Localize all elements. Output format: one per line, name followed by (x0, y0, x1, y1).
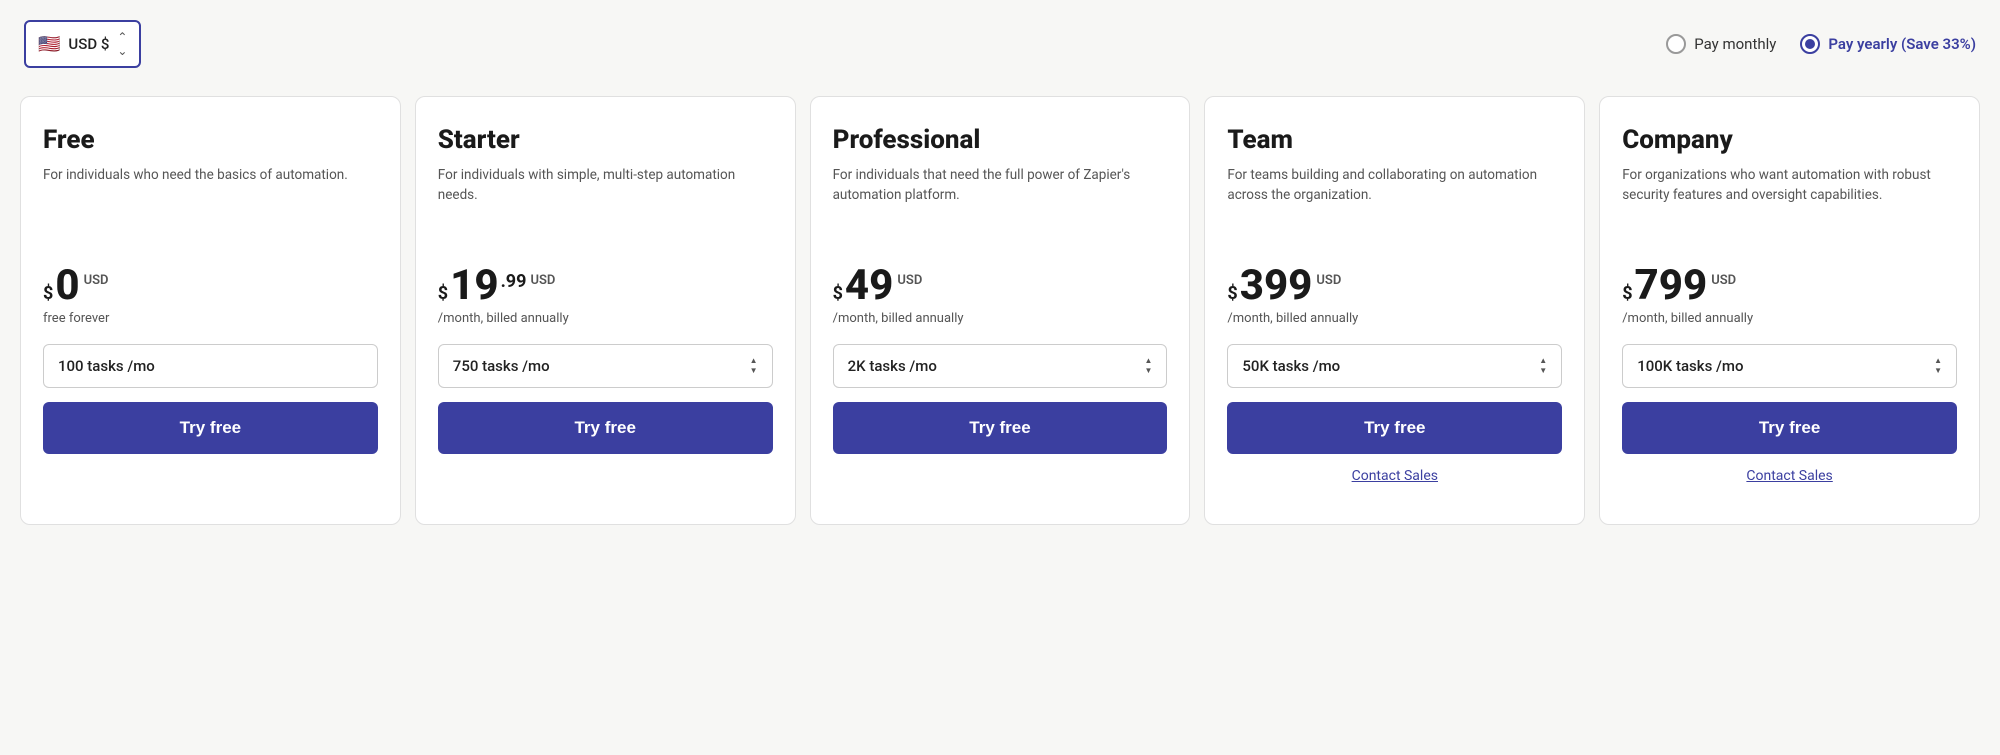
price-main-company: 799 (1635, 265, 1708, 307)
plan-price-row-starter: $ 19.99 USD (438, 265, 773, 307)
spacer-professional (833, 464, 1168, 500)
price-period-free: free forever (43, 311, 378, 326)
plan-description-starter: For individuals with simple, multi-step … (438, 165, 773, 245)
plan-description-free: For individuals who need the basics of a… (43, 165, 378, 245)
price-dollar-professional: $ (833, 283, 843, 304)
tasks-selector-free[interactable]: 100 tasks /mo (43, 344, 378, 388)
plan-description-company: For organizations who want automation wi… (1622, 165, 1957, 245)
price-main-starter: 19 (450, 265, 498, 307)
price-usd-starter: USD (530, 273, 555, 288)
chevron-icon: ⌃⌄ (117, 30, 127, 58)
plan-name-team: Team (1227, 125, 1562, 155)
tasks-selector-starter[interactable]: 750 tasks /mo ▲ ▼ (438, 344, 773, 388)
spacer-starter (438, 464, 773, 500)
price-usd-team: USD (1316, 273, 1341, 288)
plan-price-row-company: $ 799 USD (1622, 265, 1957, 307)
price-period-company: /month, billed annually (1622, 311, 1957, 326)
price-main-free: 0 (55, 265, 79, 307)
plan-card-company: Company For organizations who want autom… (1599, 96, 1980, 525)
price-usd-company: USD (1711, 273, 1736, 288)
pay-monthly-label: Pay monthly (1694, 35, 1776, 53)
plan-name-starter: Starter (438, 125, 773, 155)
plan-card-team: Team For teams building and collaboratin… (1204, 96, 1585, 525)
tasks-label-professional: 2K tasks /mo (848, 357, 937, 375)
billing-toggle: Pay monthly Pay yearly (Save 33%) (1666, 34, 1976, 54)
pay-yearly-label: Pay yearly (Save 33%) (1828, 35, 1976, 53)
plan-name-company: Company (1622, 125, 1957, 155)
currency-label: USD $ (68, 35, 109, 53)
try-free-button-starter[interactable]: Try free (438, 402, 773, 454)
currency-selector[interactable]: 🇺🇸 USD $ ⌃⌄ (24, 20, 141, 68)
price-main-professional: 49 (845, 265, 893, 307)
price-main-team: 399 (1240, 265, 1313, 307)
price-dollar-company: $ (1622, 283, 1632, 304)
plan-description-professional: For individuals that need the full power… (833, 165, 1168, 245)
price-dollar-team: $ (1227, 283, 1237, 304)
try-free-button-free[interactable]: Try free (43, 402, 378, 454)
price-period-team: /month, billed annually (1227, 311, 1562, 326)
plan-card-starter: Starter For individuals with simple, mul… (415, 96, 796, 525)
plan-card-professional: Professional For individuals that need t… (810, 96, 1191, 525)
plan-card-free: Free For individuals who need the basics… (20, 96, 401, 525)
pay-monthly-radio[interactable] (1666, 34, 1686, 54)
price-dollar-starter: $ (438, 283, 448, 304)
tasks-selector-company[interactable]: 100K tasks /mo ▲ ▼ (1622, 344, 1957, 388)
plan-price-row-team: $ 399 USD (1227, 265, 1562, 307)
contact-sales-link-company[interactable]: Contact Sales (1622, 464, 1957, 488)
pay-yearly-option[interactable]: Pay yearly (Save 33%) (1800, 34, 1976, 54)
price-dollar-free: $ (43, 283, 53, 304)
stepper-icon-company: ▲ ▼ (1934, 357, 1942, 375)
try-free-button-team[interactable]: Try free (1227, 402, 1562, 454)
try-free-button-professional[interactable]: Try free (833, 402, 1168, 454)
tasks-selector-professional[interactable]: 2K tasks /mo ▲ ▼ (833, 344, 1168, 388)
contact-sales-link-team[interactable]: Contact Sales (1227, 464, 1562, 488)
pay-yearly-radio[interactable] (1800, 34, 1820, 54)
tasks-label-free: 100 tasks /mo (58, 357, 155, 375)
tasks-label-company: 100K tasks /mo (1637, 357, 1743, 375)
pay-monthly-option[interactable]: Pay monthly (1666, 34, 1776, 54)
tasks-selector-team[interactable]: 50K tasks /mo ▲ ▼ (1227, 344, 1562, 388)
price-usd-professional: USD (897, 273, 922, 288)
stepper-icon-team: ▲ ▼ (1539, 357, 1547, 375)
price-usd-free: USD (84, 273, 109, 288)
plan-price-row-free: $ 0 USD (43, 265, 378, 307)
plan-name-free: Free (43, 125, 378, 155)
try-free-button-company[interactable]: Try free (1622, 402, 1957, 454)
plan-description-team: For teams building and collaborating on … (1227, 165, 1562, 245)
stepper-icon-professional: ▲ ▼ (1144, 357, 1152, 375)
price-period-starter: /month, billed annually (438, 311, 773, 326)
tasks-label-team: 50K tasks /mo (1242, 357, 1340, 375)
tasks-label-starter: 750 tasks /mo (453, 357, 550, 375)
stepper-icon-starter: ▲ ▼ (750, 357, 758, 375)
price-period-professional: /month, billed annually (833, 311, 1168, 326)
plan-price-row-professional: $ 49 USD (833, 265, 1168, 307)
spacer-free (43, 464, 378, 500)
price-cents-starter: .99 (501, 271, 527, 292)
plan-name-professional: Professional (833, 125, 1168, 155)
top-bar: 🇺🇸 USD $ ⌃⌄ Pay monthly Pay yearly (Save… (20, 20, 1980, 68)
plans-grid: Free For individuals who need the basics… (20, 96, 1980, 525)
flag-icon: 🇺🇸 (38, 34, 60, 55)
